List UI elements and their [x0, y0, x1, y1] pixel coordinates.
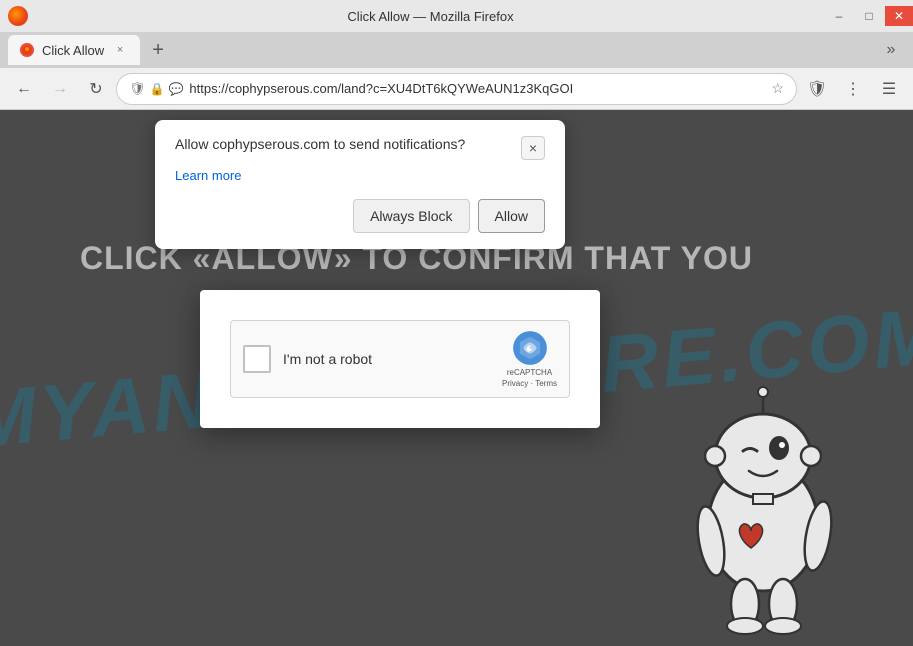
recaptcha-checkbox[interactable] [243, 345, 271, 373]
url-text: https://cophypserous.com/land?c=XU4DtT6k… [189, 81, 765, 96]
tab-label: Click Allow [42, 43, 104, 58]
menu-button[interactable]: ☰ [873, 73, 905, 105]
learn-more-link[interactable]: Learn more [175, 168, 545, 183]
lock-icon: 🔒 [150, 82, 165, 96]
recaptcha-widget[interactable]: I'm not a robot reCAPTCHA Privacy · Term… [230, 320, 570, 398]
recaptcha-branding: reCAPTCHA Privacy · Terms [502, 330, 557, 388]
always-block-button[interactable]: Always Block [353, 199, 469, 233]
navigation-bar: ← → ↻ 🛡 🔒 💬 https://cophypserous.com/lan… [0, 68, 913, 110]
robot-illustration [653, 326, 853, 646]
firefox-shield-button[interactable]: 🛡 [801, 73, 833, 105]
refresh-button[interactable]: ↻ [80, 73, 112, 105]
notification-permission-icon: 💬 [168, 82, 183, 96]
recaptcha-label: I'm not a robot [283, 351, 490, 367]
shield-icon: 🛡 [129, 81, 146, 97]
back-button[interactable]: ← [8, 73, 40, 105]
notification-question-text: Allow cophypserous.com to send notificat… [175, 136, 521, 152]
active-tab[interactable]: Click Allow × [8, 35, 140, 65]
notification-popup: Allow cophypserous.com to send notificat… [155, 120, 565, 249]
forward-button[interactable]: → [44, 73, 76, 105]
recaptcha-brand-text: reCAPTCHA [507, 368, 552, 377]
address-bar-icons: 🛡 🔒 💬 [129, 81, 183, 97]
recaptcha-privacy-link[interactable]: Privacy [502, 379, 528, 388]
page-content: MYANTISPYWARE.COM CLICK «ALLOW» TO CONFI… [0, 110, 913, 646]
nav-extra-buttons: 🛡 ⋮ ☰ [801, 73, 905, 105]
allow-button[interactable]: Allow [478, 199, 545, 233]
maximize-button[interactable]: □ [855, 6, 883, 26]
recaptcha-links: Privacy · Terms [502, 379, 557, 388]
tab-close-button[interactable]: × [112, 42, 128, 58]
close-button[interactable]: ✕ [885, 6, 913, 26]
tab-bar: Click Allow × + » [0, 32, 913, 68]
title-bar: Click Allow — Mozilla Firefox – □ ✕ [0, 0, 913, 32]
address-bar[interactable]: 🛡 🔒 💬 https://cophypserous.com/land?c=XU… [116, 73, 797, 105]
extensions-button[interactable]: ⋮ [837, 73, 869, 105]
recaptcha-terms-link[interactable]: Terms [535, 379, 557, 388]
window-title: Click Allow — Mozilla Firefox [36, 9, 825, 24]
notification-buttons: Always Block Allow [175, 199, 545, 233]
new-tab-button[interactable]: + [144, 36, 172, 64]
notification-close-button[interactable]: × [521, 136, 545, 160]
recaptcha-logo-icon [512, 330, 548, 366]
minimize-button[interactable]: – [825, 6, 853, 26]
bookmark-star-icon[interactable]: ☆ [771, 80, 784, 97]
tab-favicon [20, 43, 34, 57]
recaptcha-modal: I'm not a robot reCAPTCHA Privacy · Term… [200, 290, 600, 428]
tab-menu-button[interactable]: » [877, 36, 905, 64]
firefox-icon [8, 6, 28, 26]
window-controls: – □ ✕ [825, 6, 913, 26]
notification-header: Allow cophypserous.com to send notificat… [175, 136, 545, 160]
